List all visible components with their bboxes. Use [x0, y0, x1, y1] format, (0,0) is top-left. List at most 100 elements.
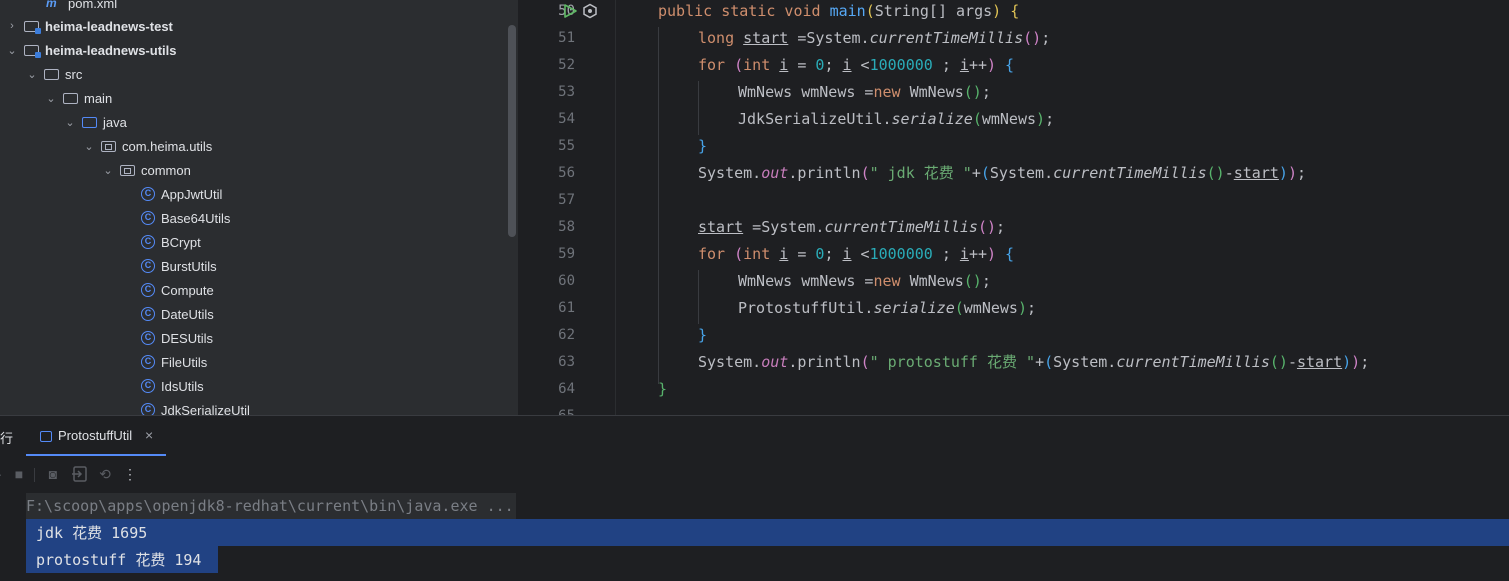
tree-item-class[interactable]: C BurstUtils [0, 254, 518, 278]
tree-item-label: BurstUtils [161, 258, 217, 274]
class-icon: C [141, 235, 155, 249]
tree-item-class[interactable]: C JdkSerializeUtil [0, 398, 518, 416]
line-number: 55 [558, 138, 575, 154]
tree-item-class[interactable]: C AppJwtUtil [0, 182, 518, 206]
run-tab-label: ProtostuffUtil [58, 428, 133, 443]
gutter-separator [615, 0, 616, 416]
application-icon [40, 431, 52, 442]
tree-item-label: common [141, 162, 191, 178]
code-line-52: for (int i = 0; i <1000000 ; i++) { [698, 56, 1015, 74]
chevron-down-icon[interactable]: ⌄ [45, 92, 57, 105]
package-icon [120, 164, 135, 176]
tree-item-label: main [84, 90, 113, 106]
tree-item-label: heima-leadnews-test [45, 18, 173, 34]
tool-window-title: 行 [0, 431, 14, 446]
project-tree: m pom.xml › heima-leadnews-test ⌄ heima-… [0, 0, 518, 416]
tree-item-class[interactable]: C DESUtils [0, 326, 518, 350]
tree-item-label: DESUtils [161, 330, 214, 346]
console-command-line[interactable]: F:\scoop\apps\openjdk8-redhat\current\bi… [26, 493, 516, 519]
line-number: 60 [558, 273, 575, 289]
line-number: 59 [558, 246, 575, 262]
line-number: 56 [558, 165, 575, 181]
chevron-down-icon[interactable]: ⌄ [26, 68, 38, 81]
tree-item-label: src [65, 66, 83, 82]
close-icon[interactable]: × [145, 427, 153, 443]
package-icon [101, 140, 116, 152]
tree-item-class[interactable]: C Base64Utils [0, 206, 518, 230]
chevron-down-icon[interactable]: ⌄ [102, 164, 114, 177]
code-line-50: public static void main(String[] args) { [658, 2, 1020, 20]
tree-item-class[interactable]: C FileUtils [0, 350, 518, 374]
chevron-down-icon[interactable]: ⌄ [6, 44, 18, 57]
class-icon: C [141, 211, 155, 225]
code-editor[interactable]: 50 51 52 53 54 55 56 57 58 59 60 61 62 6… [518, 0, 1509, 416]
line-number: 51 [558, 30, 575, 46]
code-line-55: } [698, 137, 708, 155]
class-icon: C [141, 307, 155, 321]
editor-gutter: 50 51 52 53 54 55 56 57 58 59 60 61 62 6… [518, 0, 615, 416]
line-number: 61 [558, 300, 575, 316]
tree-item-com-heima-utils[interactable]: ⌄ com.heima.utils [0, 134, 518, 158]
camera-icon[interactable]: ◙ [44, 465, 62, 483]
tree-item-label: JdkSerializeUtil [161, 402, 250, 417]
tree-item-label: FileUtils [161, 354, 208, 370]
exit-icon[interactable] [71, 465, 89, 483]
class-icon: C [141, 355, 155, 369]
code-line-51: long start =System.currentTimeMillis(); [698, 29, 1051, 47]
tree-item-label: Base64Utils [161, 210, 231, 226]
module-folder-icon [24, 20, 41, 34]
line-number: 58 [558, 219, 575, 235]
stop-icon[interactable]: ■ [10, 465, 28, 483]
class-icon: C [141, 283, 155, 297]
run-icon[interactable] [562, 3, 578, 19]
tree-item-heima-leadnews-test[interactable]: › heima-leadnews-test [0, 14, 518, 38]
line-number: 63 [558, 354, 575, 370]
bean-icon[interactable] [582, 3, 598, 19]
tree-item-class[interactable]: C DateUtils [0, 302, 518, 326]
class-icon: C [141, 187, 155, 201]
tree-item-label: IdsUtils [161, 378, 204, 394]
more-icon[interactable]: ⋮ [121, 465, 139, 483]
code-line-59: for (int i = 0; i <1000000 ; i++) { [698, 245, 1015, 263]
code-line-56: System.out.println(" jdk 花费 "+(System.cu… [698, 164, 1306, 182]
tree-item-label: AppJwtUtil [161, 186, 223, 202]
folder-icon [44, 68, 59, 80]
code-line-64: } [658, 380, 668, 398]
tree-item-java[interactable]: ⌄ java [0, 110, 518, 134]
line-number: 52 [558, 57, 575, 73]
tree-scrollbar[interactable] [508, 25, 516, 237]
line-number: 62 [558, 327, 575, 343]
class-icon: C [141, 379, 155, 393]
code-line-62: } [698, 326, 708, 344]
folder-icon [63, 92, 78, 104]
line-number: 53 [558, 84, 575, 100]
tree-item-common[interactable]: ⌄ common [0, 158, 518, 182]
indent-guide [658, 27, 659, 384]
source-folder-icon [82, 116, 97, 128]
tree-item-src[interactable]: ⌄ src [0, 62, 518, 86]
tree-item-class[interactable]: C Compute [0, 278, 518, 302]
run-tab-protostuffutil[interactable]: ProtostuffUtil × [26, 416, 166, 456]
tree-item-label: BCrypt [161, 234, 201, 250]
indent-guide [698, 270, 699, 324]
class-icon: C [141, 331, 155, 345]
tree-item-class[interactable]: C BCrypt [0, 230, 518, 254]
console-output-line: protostuff 花费 194 [36, 551, 202, 569]
chevron-down-icon[interactable]: ⌄ [83, 140, 95, 153]
tree-item-label: DateUtils [161, 306, 214, 322]
tree-item-pom[interactable]: m pom.xml [0, 0, 518, 15]
tree-item-heima-leadnews-utils[interactable]: ⌄ heima-leadnews-utils [0, 38, 518, 62]
code-line-60: WmNews wmNews =new WmNews(); [738, 272, 991, 290]
rerun-dots-icon[interactable]: · [0, 465, 9, 483]
tree-item-class[interactable]: C IdsUtils [0, 374, 518, 398]
tree-item-main[interactable]: ⌄ main [0, 86, 518, 110]
chevron-down-icon[interactable]: ⌄ [64, 116, 76, 129]
chevron-right-icon[interactable]: › [6, 20, 18, 32]
tree-item-label: com.heima.utils [122, 138, 213, 154]
rerun-icon[interactable]: ⟲ [96, 465, 114, 483]
tree-item-label: heima-leadnews-utils [45, 42, 177, 58]
code-line-63: System.out.println(" protostuff 花费 "+(Sy… [698, 353, 1370, 371]
console-output[interactable]: F:\scoop\apps\openjdk8-redhat\current\bi… [0, 492, 1509, 581]
code-line-53: WmNews wmNews =new WmNews(); [738, 83, 991, 101]
module-folder-icon [24, 44, 41, 58]
